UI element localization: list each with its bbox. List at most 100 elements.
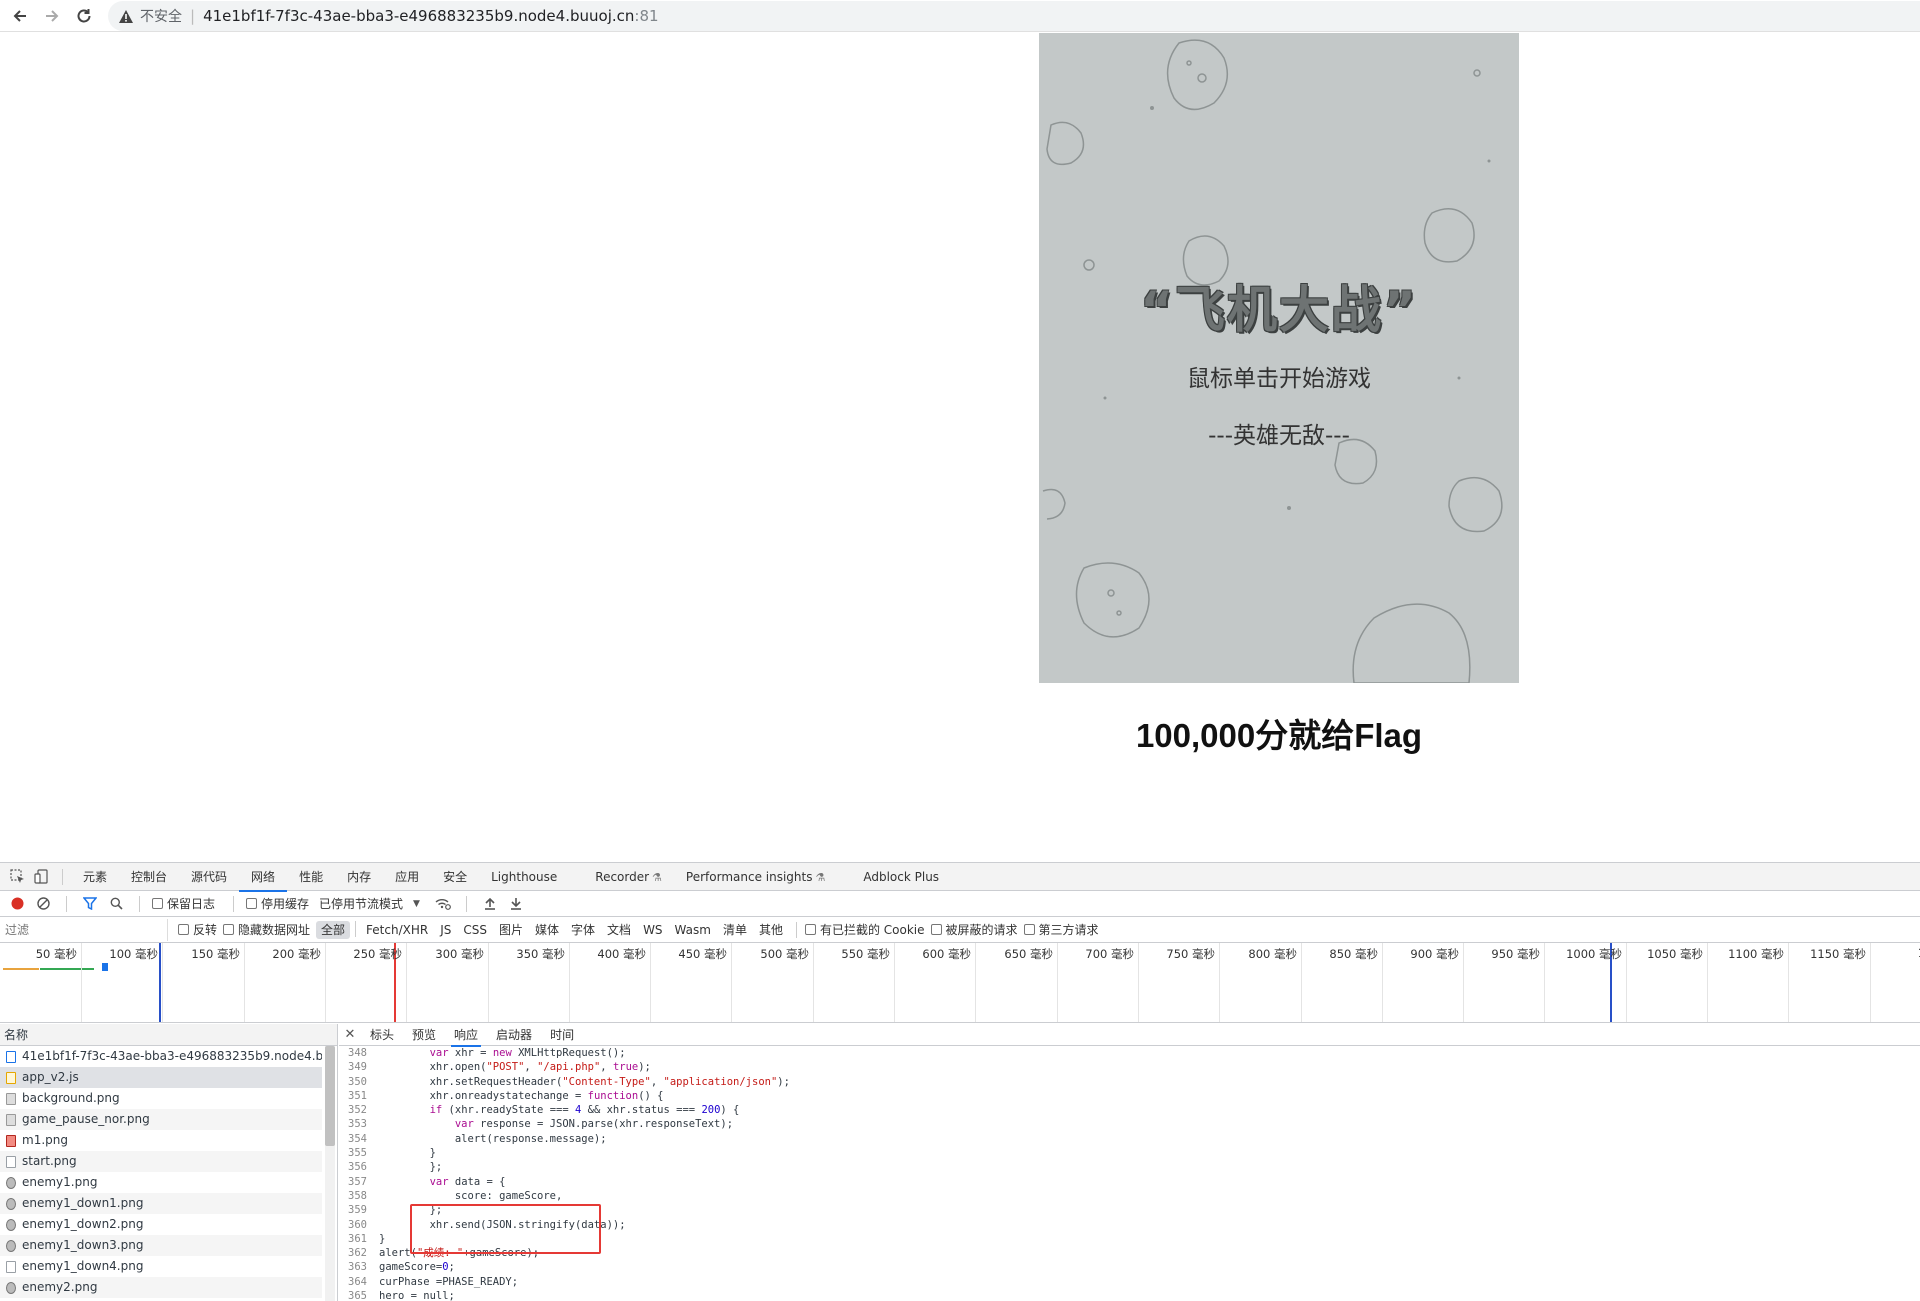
line-number[interactable]: 362 [339,1246,379,1260]
warning-icon[interactable] [118,9,134,24]
response-tab[interactable]: 时间 [541,1024,583,1046]
line-number[interactable]: 355 [339,1146,379,1160]
devtools-tab[interactable]: Performance insights ⚗ [674,863,837,891]
line-number[interactable]: 353 [339,1117,379,1131]
checkbox-box[interactable] [804,924,816,935]
type-filter-button[interactable]: Wasm [670,921,716,939]
request-row[interactable]: game_pause_nor.png [0,1109,322,1130]
type-filter-button[interactable]: CSS [458,921,492,939]
export-har-button[interactable] [505,893,527,915]
request-row[interactable]: start.png [0,1151,322,1172]
reload-button[interactable] [70,2,98,30]
response-tab[interactable]: 启动器 [487,1024,541,1046]
checkbox-box[interactable] [1023,924,1035,935]
devtools-tab[interactable]: Lighthouse [479,863,569,891]
inspect-element-icon[interactable] [6,866,28,888]
response-source-code[interactable]: 348 var xhr = new XMLHttpRequest(); 349 x… [339,1046,1920,1301]
request-list-scrollbar[interactable] [325,1046,335,1301]
type-filter-button[interactable]: Fetch/XHR [361,921,433,939]
type-filter-button[interactable]: 图片 [494,921,528,939]
type-filter-button[interactable]: 文档 [602,921,636,939]
address-bar[interactable]: 不安全 | 41e1bf1f-7f3c-43ae-bba3-e496883235… [108,1,1920,31]
filter-button[interactable] [79,893,101,915]
game-canvas[interactable]: “飞机大战” 鼠标单击开始游戏 ---英雄无敌--- [1039,33,1519,683]
network-conditions-button[interactable] [432,893,454,915]
type-filter-button[interactable]: 其他 [754,921,788,939]
device-toolbar-icon[interactable] [30,866,52,888]
throttling-select[interactable]: 已停用节流模式 ▼ [319,895,420,912]
type-filter-button[interactable]: 全部 [316,920,351,939]
checkbox-box[interactable] [152,898,163,909]
security-label[interactable]: 不安全 [140,6,182,26]
filter-input[interactable] [0,918,168,941]
devtools-tab[interactable]: Adblock Plus [851,863,951,891]
line-number[interactable]: 351 [339,1089,379,1103]
type-filter-button[interactable]: 媒体 [530,921,564,939]
request-row[interactable]: app_v2.js [0,1067,322,1088]
response-tab[interactable]: 预览 [403,1024,445,1046]
request-list-header[interactable]: 名称 [0,1024,337,1046]
close-icon[interactable]: ✕ [339,1027,361,1042]
request-row[interactable]: enemy1.png [0,1172,322,1193]
devtools-tab[interactable]: 源代码 [179,863,239,891]
line-number[interactable]: 354 [339,1132,379,1146]
type-filter-button[interactable]: WS [638,921,667,939]
line-number[interactable]: 364 [339,1275,379,1289]
hide-data-urls-label: 隐藏数据网址 [238,923,311,937]
line-number[interactable]: 358 [339,1189,379,1203]
disable-cache-checkbox[interactable]: 停用缓存 [246,895,309,912]
type-filter-button[interactable]: JS [435,921,456,939]
request-row[interactable]: enemy1_down2.png [0,1214,322,1235]
line-number[interactable]: 359 [339,1203,379,1217]
request-row[interactable]: m1.png [0,1130,322,1151]
line-number[interactable]: 356 [339,1160,379,1174]
blocked-cookies-checkbox[interactable]: 有已拦截的 Cookie [804,921,925,938]
search-button[interactable] [105,893,127,915]
devtools-tab[interactable]: 元素 [71,863,119,891]
request-row[interactable]: enemy1_down3.png [0,1235,322,1256]
experiment-flask-icon: ⚗ [815,870,826,884]
third-party-checkbox[interactable]: 第三方请求 [1023,921,1099,938]
line-number[interactable]: 349 [339,1060,379,1074]
preserve-log-checkbox[interactable]: 保留日志 [152,895,215,912]
devtools-tab[interactable]: Recorder ⚗ [583,863,674,891]
request-row[interactable]: enemy1_down4.png [0,1256,322,1277]
devtools-tab[interactable]: 性能 [287,863,335,891]
line-number[interactable]: 360 [339,1218,379,1232]
line-number[interactable]: 348 [339,1046,379,1060]
network-overview-timeline[interactable]: 50 毫秒 100 毫秒 150 毫秒 200 毫秒 250 毫秒 300 毫秒 350 毫… [0,943,1920,1023]
line-number[interactable]: 352 [339,1103,379,1117]
line-number[interactable]: 363 [339,1260,379,1274]
response-tab[interactable]: 标头 [361,1024,403,1046]
request-row[interactable]: background.png [0,1088,322,1109]
line-number[interactable]: 350 [339,1075,379,1089]
request-row[interactable]: enemy2.png [0,1277,322,1298]
devtools-tab[interactable]: 控制台 [119,863,179,891]
checkbox-box[interactable] [178,924,189,935]
response-tab[interactable]: 响应 [445,1024,487,1047]
clear-button[interactable] [32,893,54,915]
checkbox-box[interactable] [223,924,235,935]
hide-data-urls-checkbox[interactable]: 隐藏数据网址 [223,921,310,938]
line-number[interactable]: 365 [339,1289,379,1301]
checkbox-box[interactable] [930,924,942,935]
devtools-tab[interactable]: 网络 [239,863,288,892]
request-row[interactable]: 41e1bf1f-7f3c-43ae-bba3-e496883235b9.nod… [0,1046,322,1067]
devtools-tab[interactable]: 内存 [335,863,383,891]
invert-checkbox[interactable]: 反转 [178,921,217,938]
line-number[interactable]: 357 [339,1175,379,1189]
record-button[interactable] [6,893,28,915]
blocked-requests-checkbox[interactable]: 被屏蔽的请求 [930,921,1018,938]
type-filter-button[interactable]: 清单 [718,921,752,939]
forward-button[interactable] [38,2,66,30]
checkbox-box[interactable] [246,898,258,909]
back-button[interactable] [6,2,34,30]
timeline-gridline [488,943,489,1022]
line-number[interactable]: 361 [339,1232,379,1246]
devtools-tab[interactable]: 应用 [383,863,431,891]
type-filter-button[interactable]: 字体 [566,921,600,939]
devtools-tab[interactable]: 安全 [431,863,479,891]
request-row[interactable]: enemy1_down1.png [0,1193,322,1214]
import-har-button[interactable] [479,893,501,915]
scrollbar-thumb[interactable] [325,1046,335,1146]
